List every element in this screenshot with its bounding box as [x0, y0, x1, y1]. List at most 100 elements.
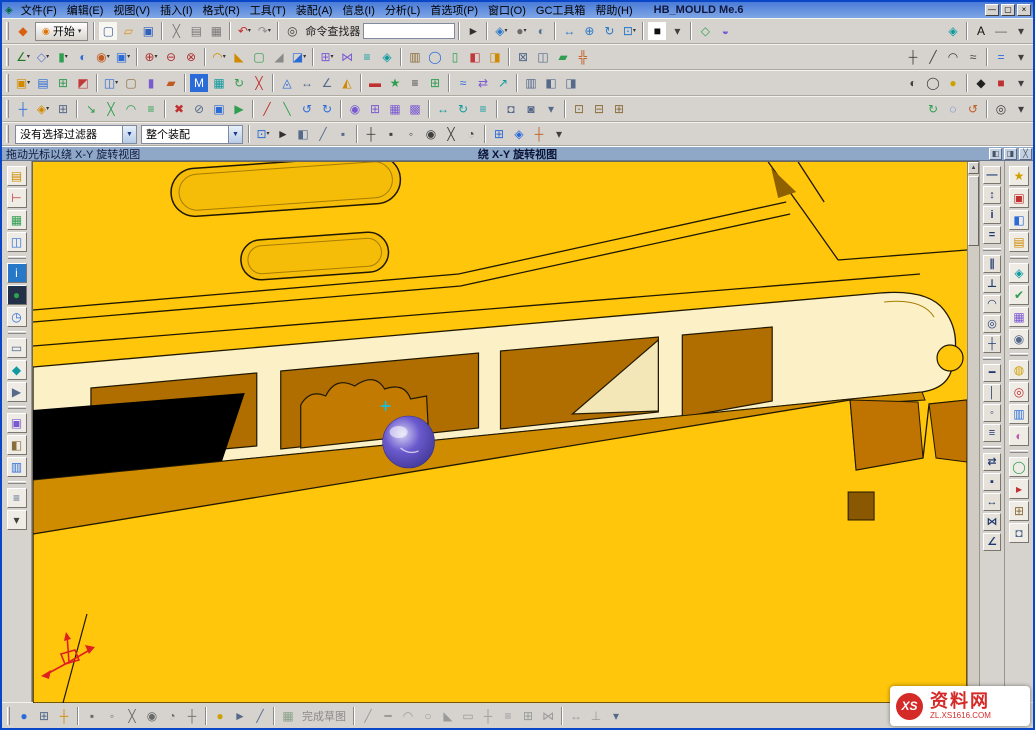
snap-midpoint-icon[interactable]: ◦ — [402, 125, 420, 143]
paste-icon[interactable]: ▦ — [207, 22, 225, 40]
menu-item-8[interactable]: 分析(L) — [380, 2, 425, 18]
command-finder-input[interactable] — [363, 23, 455, 39]
toolbar-grip[interactable] — [6, 48, 9, 66]
pattern-feature-icon[interactable]: ⊞▾ — [318, 48, 336, 66]
rotation-orb[interactable] — [383, 416, 435, 468]
part-navigator-icon[interactable]: ▦ — [7, 210, 27, 230]
layer-settings-icon[interactable]: ▥ — [522, 74, 540, 92]
scroll-track[interactable] — [968, 174, 979, 690]
workpiece-icon[interactable]: ▢ — [122, 74, 140, 92]
x-form-icon[interactable]: ╬ — [574, 48, 592, 66]
show-hide-icon[interactable]: ◒ — [716, 22, 734, 40]
intersect-icon[interactable]: ⊗ — [182, 48, 200, 66]
color-dropdown-icon[interactable]: ▾ — [668, 22, 686, 40]
point-set-icon[interactable]: ┼ — [14, 100, 32, 118]
notes-palette-icon[interactable]: ≡ — [7, 488, 27, 508]
parting-surface-icon[interactable]: ◫▾ — [102, 74, 120, 92]
toolbar-options-6-icon[interactable]: ▾ — [607, 707, 625, 725]
sp-intersection-icon[interactable]: ╳ — [123, 707, 141, 725]
thread-icon[interactable]: ▥ — [406, 48, 424, 66]
rotate-left-icon[interactable]: ↺ — [298, 100, 316, 118]
section-view-icon[interactable]: ◭ — [338, 74, 356, 92]
move-to-layer-icon[interactable]: ◨ — [562, 74, 580, 92]
mirror-sketch-icon[interactable]: ⋈ — [539, 707, 557, 725]
save-icon[interactable]: ▣ — [139, 22, 157, 40]
web-browser-icon[interactable]: ● — [7, 285, 27, 305]
snap-center-icon[interactable]: ◉ — [422, 125, 440, 143]
y-axis-icon[interactable]: ╲ — [278, 100, 296, 118]
viewport-scrollbar[interactable]: ▲ ▼ — [967, 162, 979, 702]
green-star-icon[interactable]: ★ — [386, 74, 404, 92]
system-visual-icon[interactable]: ▥ — [7, 457, 27, 477]
regenerate-icon[interactable]: ↺ — [964, 100, 982, 118]
globe-env-icon[interactable]: ◯ — [1009, 457, 1029, 477]
tool-box-icon[interactable]: ⊞ — [1009, 501, 1029, 521]
x-axis-icon[interactable]: ╱ — [258, 100, 276, 118]
menu-item-6[interactable]: 装配(A) — [291, 2, 338, 18]
menu-item-9[interactable]: 首选项(P) — [425, 2, 483, 18]
wireframe-mode-icon[interactable]: ◯ — [924, 74, 942, 92]
snap-endpoint-icon[interactable]: ▪ — [382, 125, 400, 143]
selection-scope-combo[interactable]: 整个装配 ▼ — [141, 125, 243, 144]
constraint-symmetric-icon[interactable]: ⋈ — [983, 513, 1001, 531]
constraint-perpendicular-icon[interactable]: ⊥ — [983, 275, 1001, 293]
datum-csys-icon[interactable]: ◈▾ — [34, 100, 52, 118]
patch-icon[interactable]: ◫ — [534, 48, 552, 66]
arc-tool-icon[interactable]: ◠ — [944, 48, 962, 66]
dock-resize-icon[interactable]: ↕ — [983, 186, 1001, 204]
toolbar-options-1-icon[interactable]: ▾ — [1012, 22, 1030, 40]
sp-quadrant-icon[interactable]: ◔ — [163, 707, 181, 725]
history-palette-icon[interactable]: ◷ — [7, 307, 27, 327]
view-orientation-icon[interactable]: ◈▾ — [492, 22, 510, 40]
select-general-icon[interactable]: ► — [274, 125, 292, 143]
undo-icon[interactable]: ↶▾ — [235, 22, 253, 40]
hole-icon[interactable]: ◉▾ — [94, 48, 112, 66]
rotate-view-icon[interactable]: ↻ — [600, 22, 618, 40]
menu-item-12[interactable]: 帮助(H) — [590, 2, 637, 18]
pattern-sketch-icon[interactable]: ⊞ — [519, 707, 537, 725]
close-prompt-bar-icon[interactable]: ╳ — [1019, 148, 1032, 160]
line-sketch-icon[interactable]: ━ — [379, 707, 397, 725]
pan-view-icon[interactable]: ↔ — [560, 22, 578, 40]
top-view-icon[interactable]: ⊞ — [490, 125, 508, 143]
pen-sketch-icon[interactable]: ╱ — [251, 707, 269, 725]
wave-link-icon[interactable]: ≈ — [454, 74, 472, 92]
menu-item-0[interactable]: 文件(F) — [16, 2, 62, 18]
bulb-render-icon[interactable]: ◍ — [1009, 360, 1029, 380]
sp-existing-icon[interactable]: ┼ — [183, 707, 201, 725]
gateway-icon[interactable]: ▭ — [7, 338, 27, 358]
command-finder-icon[interactable]: ◎ — [283, 22, 301, 40]
group-objects-icon[interactable]: ⊡ — [570, 100, 588, 118]
selection-arrow-icon[interactable]: ► — [464, 22, 482, 40]
hourglass-icon[interactable]: ◆ — [972, 74, 990, 92]
sp-midpoint-icon[interactable]: ◦ — [103, 707, 121, 725]
cursor-select-icon[interactable]: ► — [231, 707, 249, 725]
fillet-sketch-icon[interactable]: ◣ — [439, 707, 457, 725]
feature-playback-icon[interactable]: ▶ — [230, 100, 248, 118]
constraint-navigator-icon[interactable]: ⊢ — [7, 188, 27, 208]
point-sketch-icon[interactable]: ┼ — [479, 707, 497, 725]
dimension-tool-icon[interactable]: ↔ — [567, 707, 585, 725]
camera-view-icon[interactable]: ◉ — [1009, 329, 1029, 349]
snap-master-icon[interactable]: ⊞ — [35, 707, 53, 725]
chart-panel-icon[interactable]: ▥ — [1009, 404, 1029, 424]
constraint-angle-icon[interactable]: ∠ — [983, 533, 1001, 551]
gear-options-icon[interactable]: ◘ — [1009, 523, 1029, 543]
target-point-icon[interactable]: ◎ — [1009, 382, 1029, 402]
grid-snap-icon[interactable]: ┼ — [55, 707, 73, 725]
scroll-thumb[interactable] — [968, 176, 979, 246]
constraint-collinear-icon[interactable]: ≡ — [983, 424, 1001, 442]
pattern-rectangular-icon[interactable]: ⊞ — [366, 100, 384, 118]
viewport-canvas[interactable] — [33, 162, 967, 703]
red-cube-icon[interactable]: ▣ — [1009, 188, 1029, 208]
graphics-viewport[interactable]: ▲ ▼ — [32, 161, 979, 702]
ungroup-objects-icon[interactable]: ⊟ — [590, 100, 608, 118]
menu-item-7[interactable]: 信息(I) — [337, 2, 379, 18]
menu-item-10[interactable]: 窗口(O) — [483, 2, 531, 18]
offset-surface-icon[interactable]: ≡ — [358, 48, 376, 66]
yellow-ball-icon[interactable]: ● — [211, 707, 229, 725]
orange-book-icon[interactable]: ▤ — [1009, 232, 1029, 252]
expressions-icon[interactable]: = — [992, 48, 1010, 66]
stop-action-icon[interactable]: ■ — [992, 74, 1010, 92]
mold-wizard-icon[interactable]: ▣▾ — [14, 74, 32, 92]
